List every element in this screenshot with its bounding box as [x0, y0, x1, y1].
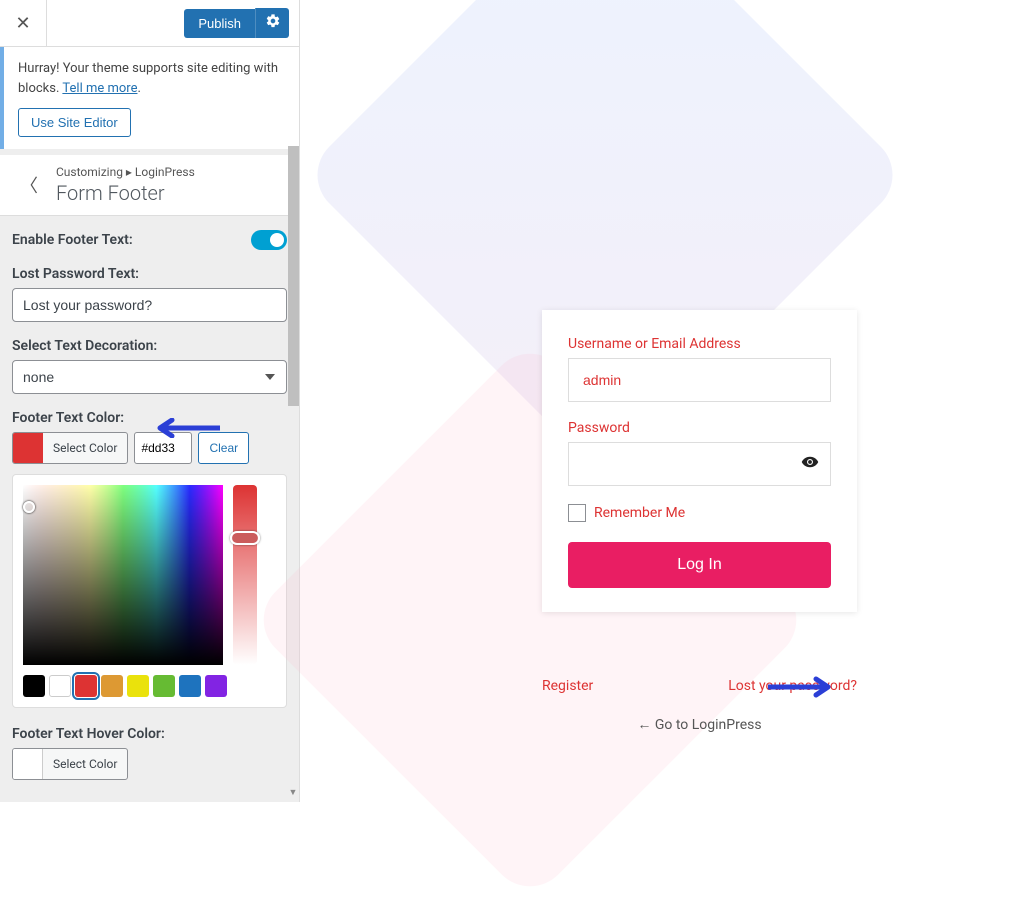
- palette-orange[interactable]: [101, 675, 123, 697]
- password-label: Password: [568, 420, 831, 436]
- back-button[interactable]: 〈: [12, 165, 46, 205]
- username-label: Username or Email Address: [568, 336, 831, 352]
- remember-label: Remember Me: [594, 505, 685, 521]
- select-color-button[interactable]: Select Color: [12, 432, 128, 464]
- enable-footer-toggle[interactable]: [251, 230, 287, 250]
- back-to-site-link[interactable]: ← Go to LoginPress: [542, 716, 857, 733]
- publish-group: Publish: [184, 8, 289, 38]
- text-decoration-select[interactable]: none: [12, 360, 287, 394]
- lost-password-label: Lost Password Text:: [12, 266, 287, 282]
- saturation-gradient[interactable]: [23, 485, 223, 665]
- customizer-topbar: ✕ Publish: [0, 0, 299, 47]
- use-site-editor-button[interactable]: Use Site Editor: [18, 108, 131, 137]
- username-input[interactable]: [568, 358, 831, 402]
- publish-settings-button[interactable]: [255, 8, 289, 38]
- site-editing-notice: Hurray! Your theme supports site editing…: [0, 47, 299, 149]
- select-hover-color-button[interactable]: Select Color: [12, 748, 128, 780]
- hex-input[interactable]: [134, 432, 192, 464]
- color-swatch-icon: [13, 433, 43, 463]
- notice-text: Hurray! Your theme supports site editing…: [18, 61, 278, 96]
- palette-green[interactable]: [153, 675, 175, 697]
- section-title: Form Footer: [56, 181, 195, 205]
- close-icon: ✕: [15, 13, 30, 34]
- breadcrumb: Customizing ▸ LoginPress: [56, 165, 195, 179]
- text-decoration-label: Select Text Decoration:: [12, 338, 287, 354]
- close-button[interactable]: ✕: [0, 0, 47, 47]
- color-picker: [12, 474, 287, 708]
- password-input[interactable]: [568, 442, 831, 486]
- login-button[interactable]: Log In: [568, 542, 831, 588]
- tell-me-more-link[interactable]: Tell me more: [62, 81, 137, 96]
- publish-button[interactable]: Publish: [184, 9, 255, 38]
- palette-black[interactable]: [23, 675, 45, 697]
- palette-white[interactable]: [49, 675, 71, 697]
- palette-blue[interactable]: [179, 675, 201, 697]
- scroll-down-icon[interactable]: ▼: [288, 788, 298, 798]
- gear-icon: [265, 13, 281, 33]
- footer-text-color-label: Footer Text Color:: [12, 410, 287, 426]
- section-header: 〈 Customizing ▸ LoginPress Form Footer: [0, 155, 299, 216]
- palette-row: [23, 675, 276, 697]
- footer-links: Register Lost your password?: [542, 678, 857, 694]
- palette-red[interactable]: [75, 675, 97, 697]
- customizer-sidebar: ✕ Publish Hurray! Your theme supports si…: [0, 0, 300, 802]
- enable-footer-label: Enable Footer Text:: [12, 232, 133, 248]
- eye-icon[interactable]: [801, 453, 819, 475]
- hue-slider[interactable]: [233, 485, 257, 665]
- gradient-cursor-icon: [23, 501, 35, 513]
- register-link[interactable]: Register: [542, 678, 593, 694]
- lost-password-input[interactable]: [12, 288, 287, 322]
- footer-hover-color-label: Footer Text Hover Color:: [12, 726, 287, 742]
- color-swatch-icon: [13, 749, 43, 779]
- clear-color-button[interactable]: Clear: [198, 432, 249, 464]
- palette-yellow[interactable]: [127, 675, 149, 697]
- palette-purple[interactable]: [205, 675, 227, 697]
- remember-checkbox[interactable]: [568, 504, 586, 522]
- login-form: Username or Email Address Password Remem…: [542, 310, 857, 612]
- chevron-left-icon: 〈: [20, 172, 38, 198]
- hue-handle-icon: [230, 531, 260, 545]
- scrollbar[interactable]: [288, 146, 299, 406]
- panel-body: Enable Footer Text: Lost Password Text: …: [0, 216, 299, 802]
- lost-password-link[interactable]: Lost your password?: [728, 678, 857, 694]
- preview-area: Username or Email Address Password Remem…: [310, 0, 1024, 802]
